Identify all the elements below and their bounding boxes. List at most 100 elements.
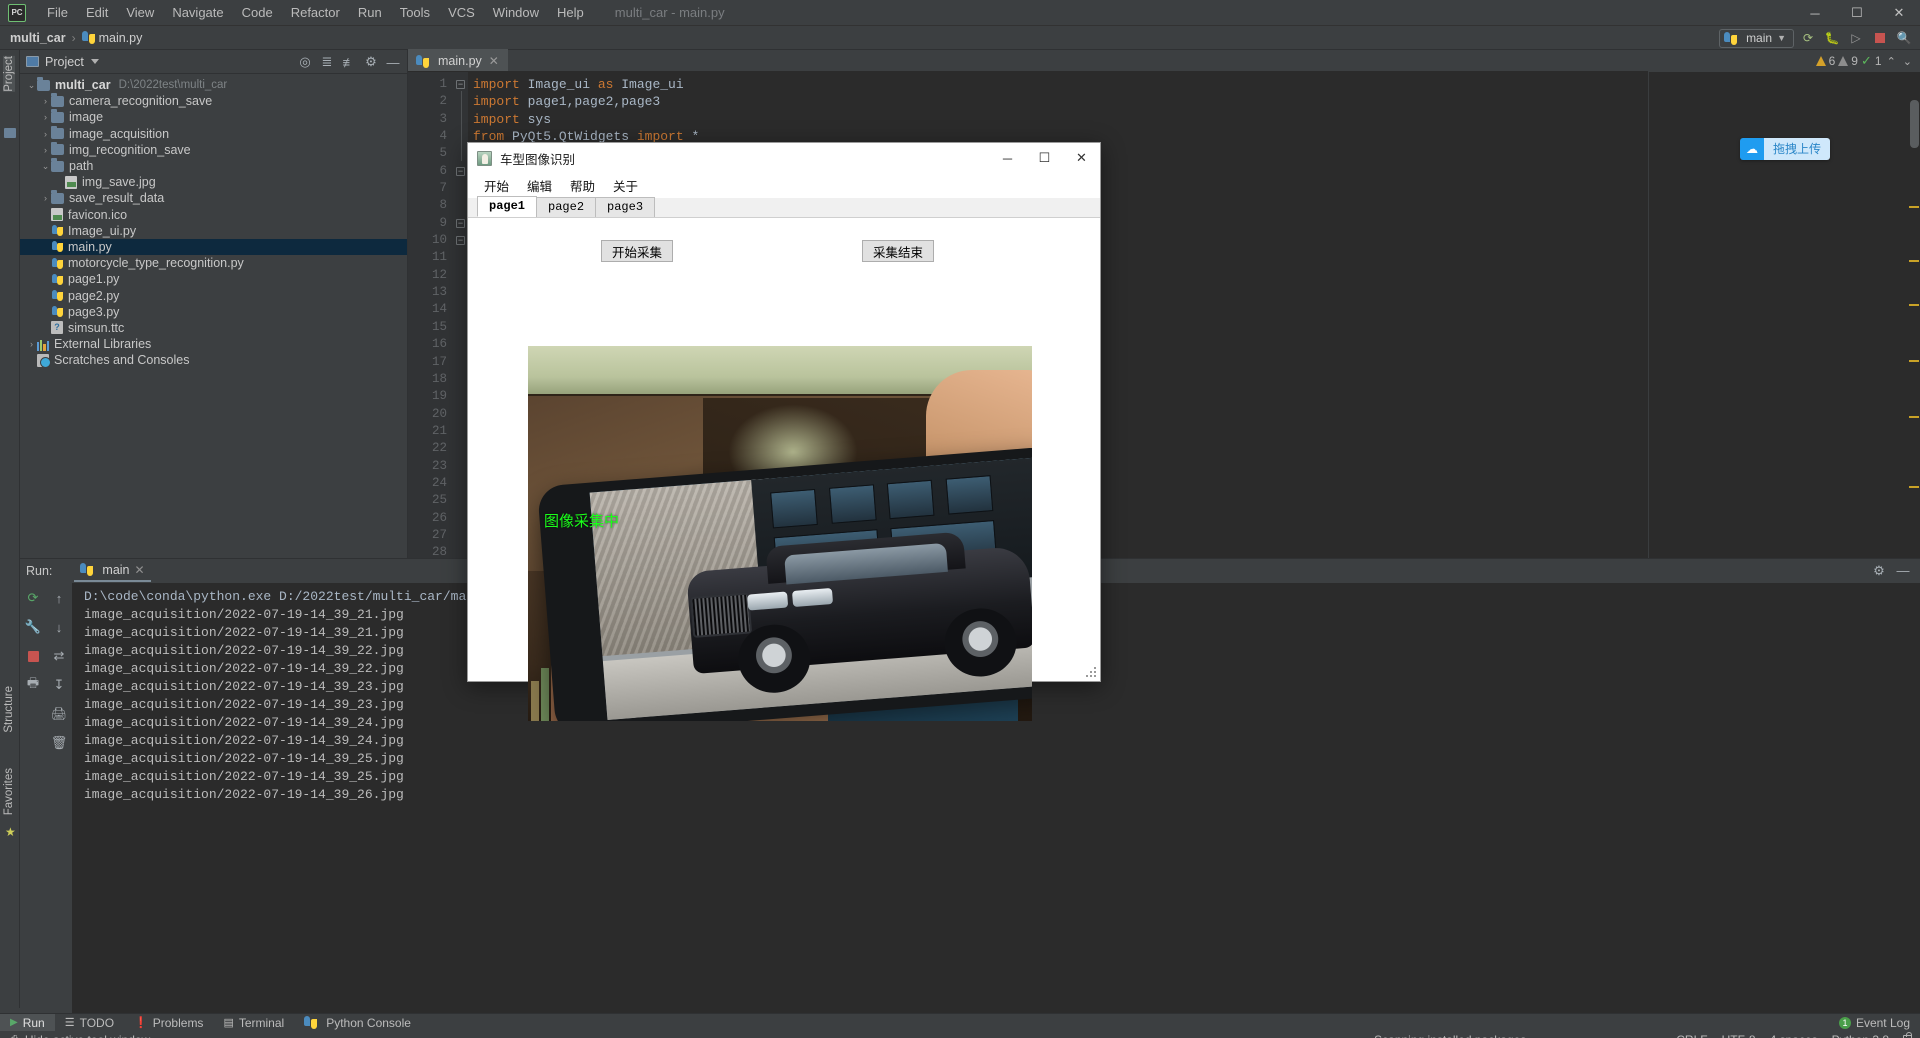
chevron-icon[interactable]: ›	[40, 145, 51, 155]
qt-menu-about[interactable]: 关于	[606, 173, 645, 198]
chevron-icon[interactable]: ⌄	[26, 80, 37, 91]
debug-icon[interactable]: 🐛	[1822, 28, 1842, 48]
lock-icon[interactable]	[1903, 1031, 1912, 1038]
fold-icon[interactable]: −	[456, 80, 465, 89]
chevron-icon[interactable]: ›	[26, 339, 37, 349]
tab-page3[interactable]: page3	[595, 197, 656, 217]
tree-item[interactable]: ⌄ path	[20, 158, 407, 174]
rerun-icon[interactable]: ⟳	[24, 589, 42, 607]
tree-item[interactable]: › img_recognition_save	[20, 141, 407, 158]
fold-icon[interactable]: −	[456, 167, 465, 176]
print-icon[interactable]: 🖶	[24, 675, 42, 694]
menu-item-window[interactable]: Window	[484, 2, 548, 23]
menu-item-tools[interactable]: Tools	[391, 2, 439, 23]
close-icon[interactable]: ✕	[135, 563, 145, 577]
breadcrumb-project[interactable]: multi_car	[10, 31, 66, 45]
tree-item[interactable]: main.py	[20, 238, 407, 256]
chevron-icon[interactable]: ⌄	[40, 161, 51, 172]
fold-icon[interactable]: −	[456, 219, 465, 228]
maximize-icon[interactable]: ☐	[1836, 0, 1878, 26]
menu-item-help[interactable]: Help	[548, 2, 593, 23]
tool-button-python-console[interactable]: Python Console	[294, 1014, 421, 1032]
close-icon[interactable]: ✕	[1878, 0, 1920, 26]
menu-item-code[interactable]: Code	[233, 2, 282, 23]
chevron-icon[interactable]: ›	[40, 112, 51, 122]
tree-item[interactable]: ⌄ multi_car D:\2022test\multi_car	[20, 77, 407, 93]
resize-grip[interactable]	[1086, 667, 1098, 679]
chevron-down-icon[interactable]: ⌄	[1901, 55, 1914, 68]
run-configuration-selector[interactable]: main ▼	[1719, 28, 1794, 48]
drag-upload-badge[interactable]: ☁ 拖拽上传	[1739, 138, 1830, 160]
hide-tool-window-button[interactable]: ⎙ Hide active tool window	[10, 1033, 150, 1038]
settings-icon[interactable]: ⚙	[361, 52, 381, 72]
hide-icon[interactable]: —	[383, 52, 403, 72]
close-icon[interactable]: ✕	[1063, 143, 1100, 173]
tool-button-terminal[interactable]: ▤ Terminal	[213, 1014, 294, 1032]
editor-tab-main-py[interactable]: main.py ✕	[408, 49, 508, 71]
expand-icon[interactable]: ≢	[339, 52, 359, 72]
tree-item[interactable]: Image_ui.py	[20, 223, 407, 239]
maximize-icon[interactable]: ☐	[1026, 143, 1063, 173]
scroll-up-icon[interactable]: ↑	[50, 589, 68, 607]
coverage-icon[interactable]: ▷	[1846, 28, 1866, 48]
run-icon[interactable]: ⟳	[1798, 28, 1818, 48]
warning-count[interactable]: 6	[1815, 54, 1835, 68]
menu-item-view[interactable]: View	[117, 2, 163, 23]
soft-wrap-icon[interactable]: ⇄	[50, 647, 68, 665]
tab-page2[interactable]: page2	[536, 197, 597, 217]
gear-icon[interactable]: ⚙	[1870, 563, 1888, 579]
tree-item[interactable]: page1.py	[20, 271, 407, 287]
tool-button-run[interactable]: ▶ Run	[0, 1013, 55, 1032]
tree-item[interactable]: img_save.jpg	[20, 174, 407, 190]
tool-button-problems[interactable]: ❗ Problems	[124, 1014, 213, 1032]
sidebar-item-project[interactable]: Project	[3, 56, 15, 92]
sidebar-item-structure[interactable]: Structure	[3, 686, 15, 733]
indent-status[interactable]: 4 spaces	[1770, 1033, 1818, 1038]
menu-item-run[interactable]: Run	[349, 2, 391, 23]
menu-item-file[interactable]: File	[38, 2, 77, 23]
minimize-icon[interactable]: ─	[989, 143, 1026, 173]
qt-menu-help[interactable]: 帮助	[563, 173, 602, 198]
scroll-to-end-icon[interactable]: ↧	[50, 676, 68, 694]
tree-item[interactable]: › External Libraries	[20, 336, 407, 352]
collapse-all-icon[interactable]: ≣	[317, 52, 337, 72]
sidebar-item-favorites[interactable]: Favorites	[3, 768, 15, 815]
qt-menu-start[interactable]: 开始	[477, 173, 516, 198]
target-icon[interactable]: ◎	[295, 52, 315, 72]
encoding-status[interactable]: UTF-8	[1722, 1033, 1756, 1038]
trash-icon[interactable]: 🗑	[50, 734, 68, 752]
hide-icon[interactable]: —	[1894, 563, 1912, 579]
chevron-up-icon[interactable]: ⌃	[1885, 55, 1898, 68]
tree-item[interactable]: › image_acquisition	[20, 125, 407, 142]
tree-item[interactable]: ? simsun.ttc	[20, 320, 407, 336]
settings-wrench-icon[interactable]: 🔧	[24, 618, 42, 636]
start-capture-button[interactable]: 开始采集	[601, 240, 673, 262]
search-icon[interactable]: 🔍	[1894, 28, 1914, 48]
stop-icon[interactable]	[1870, 28, 1890, 48]
tree-item[interactable]: page2.py	[20, 287, 407, 303]
minimize-icon[interactable]: ─	[1794, 0, 1836, 26]
chevron-icon[interactable]: ›	[40, 96, 51, 106]
interpreter-status[interactable]: Python 3.8	[1832, 1033, 1889, 1038]
tree-item[interactable]: › save_result_data	[20, 190, 407, 206]
fold-icon[interactable]: −	[456, 236, 465, 245]
event-log-button[interactable]: 1 Event Log	[1838, 1016, 1910, 1030]
menu-item-vcs[interactable]: VCS	[439, 2, 484, 23]
tab-page1[interactable]: page1	[477, 196, 538, 217]
run-tab-main[interactable]: main ✕	[74, 561, 151, 582]
tree-item[interactable]: page3.py	[20, 304, 407, 320]
menu-item-refactor[interactable]: Refactor	[282, 2, 349, 23]
breadcrumb-file[interactable]: main.py	[81, 31, 142, 45]
menu-item-navigate[interactable]: Navigate	[163, 2, 232, 23]
tree-item[interactable]: › camera_recognition_save	[20, 93, 407, 109]
chevron-icon[interactable]: ›	[40, 129, 51, 139]
tree-item[interactable]: motorcycle_type_recognition.py	[20, 255, 407, 271]
tree-item[interactable]: › image	[20, 109, 407, 125]
qt-menu-edit[interactable]: 编辑	[520, 173, 559, 198]
weak-warning-count[interactable]: 9	[1838, 54, 1858, 68]
editor-scrollbar[interactable]	[1908, 94, 1920, 580]
tool-button-todo[interactable]: ☰ TODO	[55, 1014, 124, 1032]
chevron-icon[interactable]: ›	[40, 193, 51, 203]
close-icon[interactable]: ✕	[489, 54, 499, 68]
stop-capture-button[interactable]: 采集结束	[862, 240, 934, 262]
